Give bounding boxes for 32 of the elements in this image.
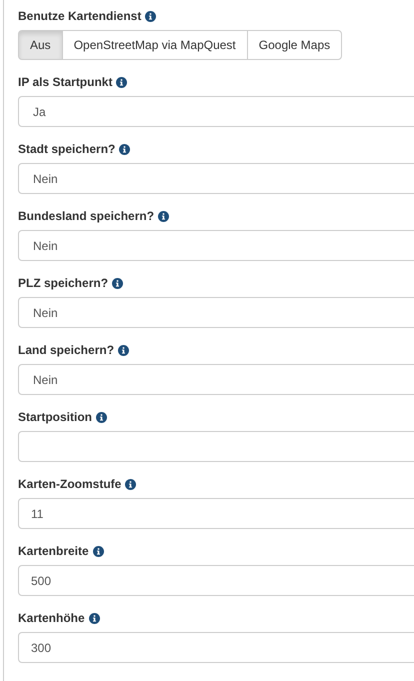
info-icon[interactable] [92,546,104,556]
select-field[interactable]: Ja [18,96,414,127]
info-icon[interactable] [96,412,107,422]
field-label: Stadt speichern? [18,142,116,156]
field-label: Startposition [18,410,92,424]
field-label: Kartenbreite [18,544,89,558]
input-field[interactable]: 500 [18,565,414,596]
field-label: Kartenhöhe [18,611,85,625]
field-label: IP als Startpunkt [18,75,112,89]
select-field[interactable]: Nein [18,163,414,194]
segment-button[interactable]: Aus [18,30,63,60]
field-label: PLZ speichern? [18,276,108,290]
input-field[interactable] [18,431,414,462]
segment-button[interactable]: Google Maps [246,30,342,60]
select-field[interactable]: Nein [18,230,414,261]
field-label: Karten-Zoomstufe [18,477,122,491]
info-icon[interactable] [118,344,130,356]
info-icon[interactable] [158,210,170,222]
segment-button[interactable]: OpenStreetMap via MapQuest [62,30,248,60]
info-icon[interactable] [145,10,156,22]
info-icon[interactable] [119,144,130,154]
field-label: Benutze Kartendienst [18,9,142,23]
input-field[interactable]: 11 [18,498,414,529]
info-icon[interactable] [112,278,124,288]
info-icon[interactable] [125,478,136,490]
select-field[interactable]: Nein [18,364,414,395]
info-icon[interactable] [116,76,128,88]
select-field[interactable]: Nein [18,297,414,328]
field-label: Bundesland speichern? [18,209,154,223]
info-icon[interactable] [88,612,100,624]
field-label: Land speichern? [18,343,114,357]
input-field[interactable]: 300 [18,632,414,663]
